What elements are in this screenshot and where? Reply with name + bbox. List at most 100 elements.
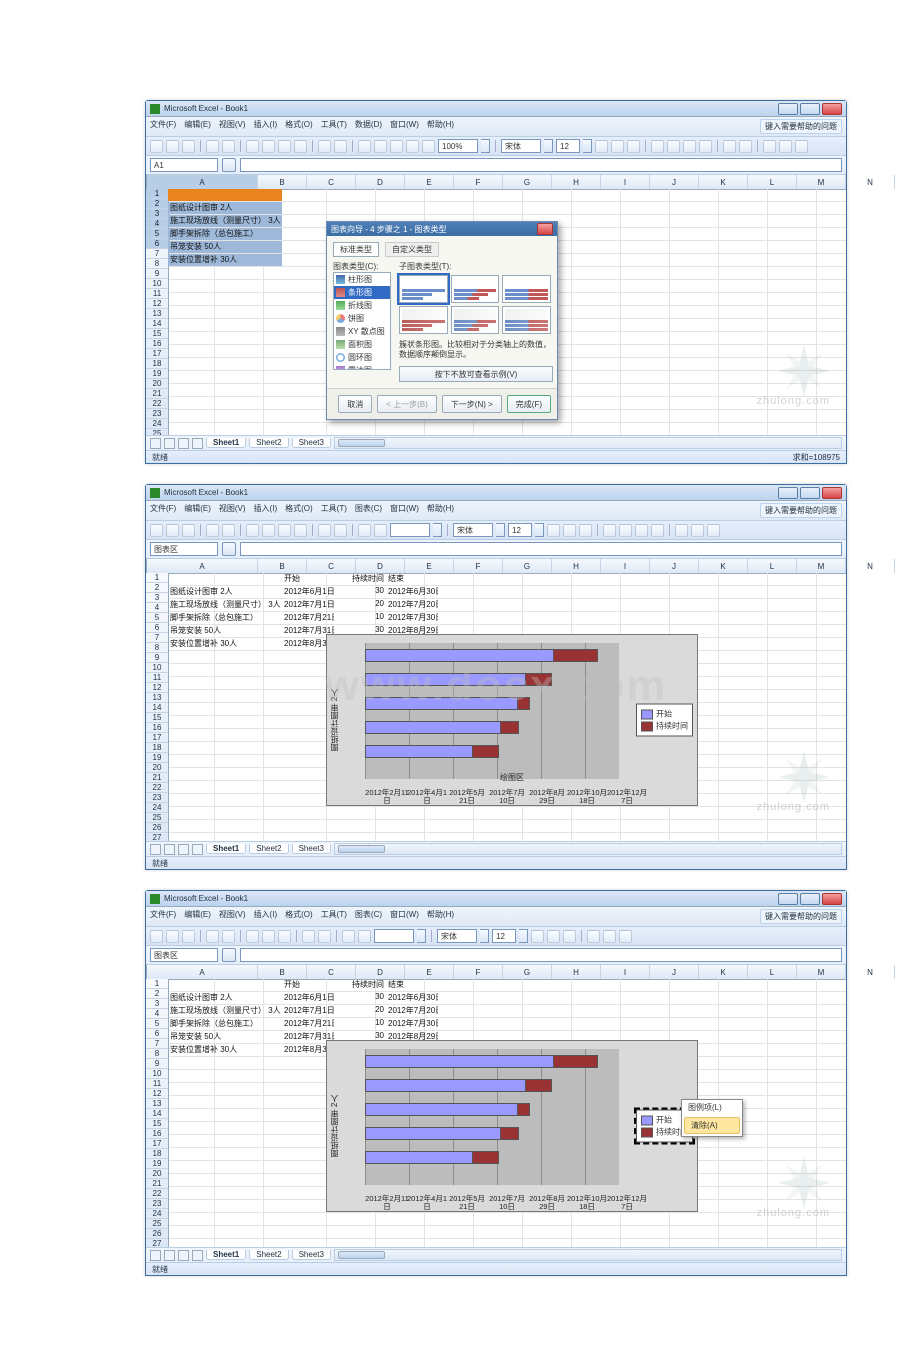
copy-button[interactable] — [262, 140, 275, 153]
col-F[interactable]: F — [454, 559, 503, 573]
zoom-dropdown[interactable] — [417, 929, 426, 943]
tab-prev-button[interactable] — [164, 438, 175, 449]
cell[interactable]: 2012年7月30日 — [386, 612, 438, 624]
worksheet-grid[interactable]: A B C D E F G H I J K L M N 1234 5678 91… — [146, 559, 846, 841]
formula-bar[interactable]: A1 — [146, 156, 846, 175]
font-color-button[interactable] — [707, 524, 720, 537]
cell[interactable]: 2012年7月21日 — [282, 612, 334, 624]
cell[interactable]: 施工现场放线（测量尺寸） 3人 — [168, 215, 282, 227]
col-J[interactable]: J — [650, 175, 699, 189]
sheet-tab[interactable]: Sheet1 — [206, 1250, 246, 1260]
tab-standard[interactable]: 标准类型 — [333, 242, 379, 257]
cell[interactable]: 10 — [334, 612, 386, 624]
undo-button[interactable] — [318, 140, 331, 153]
menu-insert[interactable]: 插入(I) — [254, 503, 278, 518]
tab-last-button[interactable] — [192, 438, 203, 449]
bar-dur[interactable] — [500, 1127, 520, 1140]
cell[interactable]: 30 — [334, 586, 386, 598]
redo-button[interactable] — [318, 930, 331, 943]
zoom-dropdown[interactable] — [433, 523, 442, 537]
align-center-button[interactable] — [619, 524, 632, 537]
subtype-thumb[interactable] — [399, 306, 448, 334]
cell[interactable]: 图纸设计图审 2人 — [168, 202, 282, 214]
sheet-tabs[interactable]: Sheet1 Sheet2 Sheet3 — [146, 435, 846, 450]
col-N[interactable]: N — [846, 559, 895, 573]
new-button[interactable] — [150, 140, 163, 153]
cell[interactable]: 30 — [334, 992, 386, 1004]
menu-insert[interactable]: 插入(I) — [254, 909, 278, 924]
col-E[interactable]: E — [405, 559, 454, 573]
sheet-tab[interactable]: Sheet1 — [206, 844, 246, 854]
bold-button[interactable] — [595, 140, 608, 153]
tab-first-button[interactable] — [150, 844, 161, 855]
font-size-box[interactable]: 12 — [508, 523, 532, 537]
menu-help[interactable]: 帮助(H) — [427, 909, 454, 924]
sort-desc-button[interactable] — [390, 140, 403, 153]
drawing-button[interactable] — [422, 140, 435, 153]
paste-button[interactable] — [278, 524, 291, 537]
fx-icon[interactable] — [222, 158, 236, 172]
menu-chart[interactable]: 图表(C) — [355, 909, 382, 924]
borders-button[interactable] — [763, 140, 776, 153]
align-right-button[interactable] — [635, 524, 648, 537]
merge-button[interactable] — [651, 524, 664, 537]
zoom-box[interactable] — [374, 929, 414, 943]
toolbar-standard[interactable]: 宋体 12 — [146, 521, 846, 540]
cut-button[interactable] — [246, 930, 259, 943]
sheet-tabs[interactable]: Sheet1 Sheet2 Sheet3 — [146, 1247, 846, 1262]
open-button[interactable] — [166, 140, 179, 153]
menu-view[interactable]: 视图(V) — [219, 909, 246, 924]
cell[interactable]: 2012年6月1日 — [282, 586, 334, 598]
horizontal-scrollbar[interactable] — [334, 843, 842, 855]
autosum-button[interactable] — [358, 140, 371, 153]
titlebar[interactable]: Microsoft Excel - Book1 — [146, 485, 846, 501]
cell[interactable]: 2012年7月20日 — [386, 599, 438, 611]
currency-button[interactable] — [723, 140, 736, 153]
col-B[interactable]: B — [258, 559, 307, 573]
font-name-box[interactable]: 宋体 — [501, 139, 541, 153]
font-size-box[interactable]: 12 — [556, 139, 580, 153]
bar-dur[interactable] — [525, 673, 552, 686]
bar-start[interactable] — [365, 697, 519, 710]
fx-icon[interactable] — [222, 542, 236, 556]
bar-dur[interactable] — [525, 1079, 552, 1092]
menu-format[interactable]: 格式(O) — [285, 909, 313, 924]
underline-button[interactable] — [563, 930, 576, 943]
menubar[interactable]: 文件(F) 编辑(E) 视图(V) 插入(I) 格式(O) 工具(T) 图表(C… — [146, 501, 846, 521]
row-headers[interactable]: 1234 5678 9101112 13141516 17181920 2122… — [146, 573, 169, 841]
menu-edit[interactable]: 编辑(E) — [184, 909, 211, 924]
menu-view[interactable]: 视图(V) — [219, 119, 246, 134]
col-N[interactable]: N — [846, 965, 895, 979]
bar-dur[interactable] — [517, 1103, 529, 1116]
col-G[interactable]: G — [503, 965, 552, 979]
bar-start[interactable] — [365, 1127, 502, 1140]
cell[interactable]: 10 — [334, 1018, 386, 1030]
menu-data[interactable]: 数据(D) — [355, 119, 382, 134]
worksheet-grid[interactable]: A B C D E F G H I J K L M N 1234 5678 91… — [146, 965, 846, 1247]
sheet-tabs[interactable]: Sheet1 Sheet2 Sheet3 — [146, 841, 846, 856]
font-color-button[interactable] — [795, 140, 808, 153]
cell[interactable]: 20 — [334, 599, 386, 611]
sheet-tab[interactable]: Sheet3 — [292, 438, 331, 448]
embedded-chart[interactable]: 图纸设计图审 2人 2012年2月11日 2012年4月1日 2012年5月21… — [326, 1040, 698, 1212]
percent-button[interactable] — [739, 140, 752, 153]
tab-first-button[interactable] — [150, 1250, 161, 1261]
chart-button[interactable] — [406, 140, 419, 153]
col-E[interactable]: E — [405, 175, 454, 189]
menu-tools[interactable]: 工具(T) — [321, 119, 347, 134]
embedded-chart[interactable]: 图纸设计图审 2人 绘图区 2012年2月11日 2012年4月1日 2012年… — [326, 634, 698, 806]
menu-help[interactable]: 帮助(H) — [427, 119, 454, 134]
minimize-button[interactable] — [778, 487, 798, 499]
cut-button[interactable] — [246, 524, 259, 537]
tab-first-button[interactable] — [150, 438, 161, 449]
toolbar-standard[interactable]: 100% 宋体 12 — [146, 137, 846, 156]
col-K[interactable]: K — [699, 965, 748, 979]
horizontal-scrollbar[interactable] — [334, 1249, 842, 1261]
cell[interactable]: 2012年7月21日 — [282, 1018, 334, 1030]
col-J[interactable]: J — [650, 559, 699, 573]
column-headers[interactable]: A B C D E F G H I J K L M N — [146, 559, 846, 574]
chart-button[interactable] — [342, 930, 355, 943]
paste-button[interactable] — [278, 140, 291, 153]
minimize-button[interactable] — [778, 103, 798, 115]
menu-tools[interactable]: 工具(T) — [321, 503, 347, 518]
